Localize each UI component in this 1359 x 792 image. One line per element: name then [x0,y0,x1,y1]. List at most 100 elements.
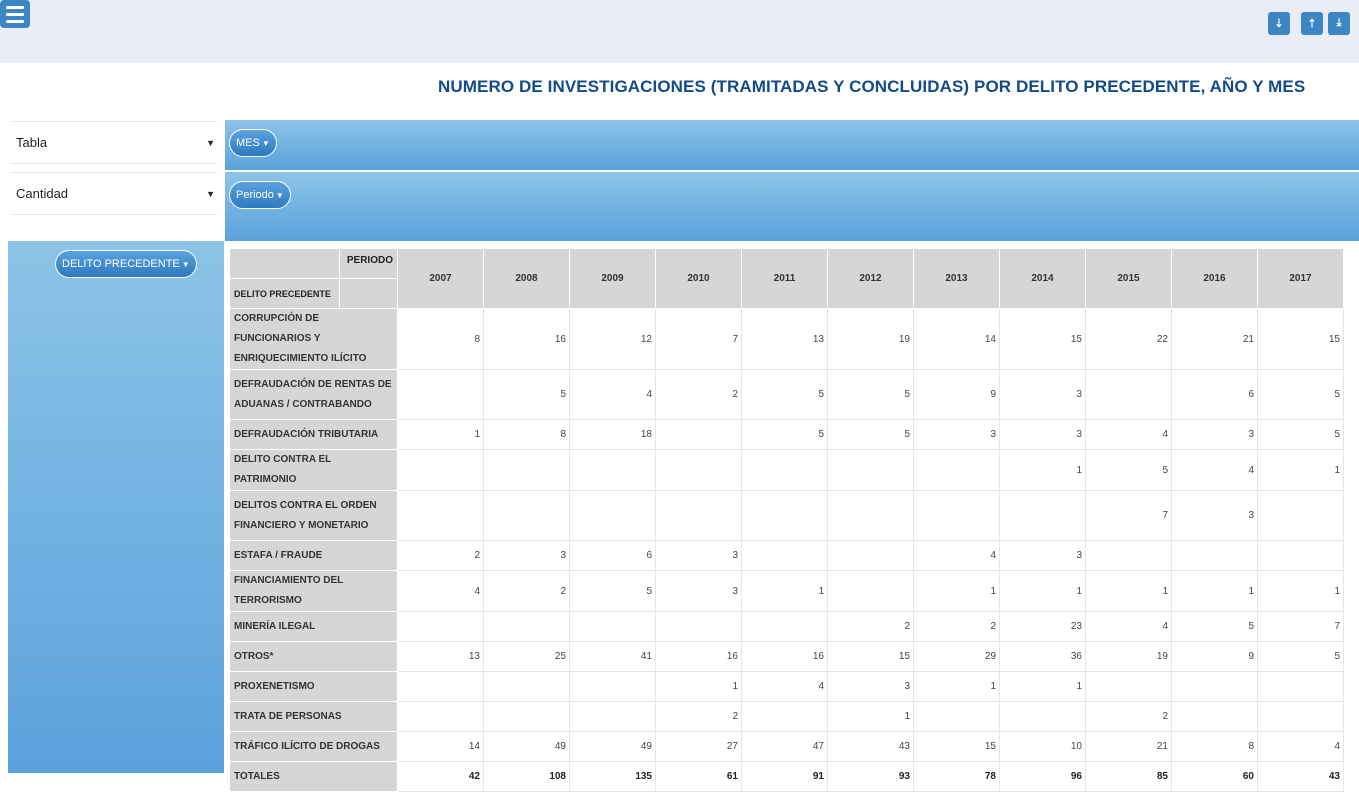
year-header: 2013 [913,248,1000,309]
table-cell: 47 [741,731,828,762]
table-cell: 3 [999,540,1086,571]
total-cell: 135 [569,761,656,792]
table-cell: 5 [741,419,828,450]
table-cell [1257,490,1344,541]
table-cell: 4 [1085,611,1172,642]
renderer-select[interactable]: Tabla ▼ [12,121,217,164]
menu-icon[interactable] [0,0,30,28]
table-cell: 1 [1257,570,1344,612]
table-cell: 4 [1085,419,1172,450]
row-label: DELITOS CONTRA EL ORDEN FINANCIERO Y MON… [229,490,398,541]
table-cell [999,490,1086,541]
table-cell: 5 [1257,419,1344,450]
year-header: 2017 [1257,248,1344,309]
totals-label: TOTALES [229,761,398,792]
table-cell: 14 [397,731,484,762]
periodo-filter-button[interactable]: Periodo ▼ [229,181,291,209]
table-cell: 9 [1171,641,1258,672]
table-cell: 1 [999,449,1086,491]
table-row: FINANCIAMIENTO DEL TERRORISMO 4 2 5 3 1 1 1 1 1 1 [229,570,1344,612]
table-cell [1171,540,1258,571]
table-cell: 4 [397,570,484,612]
table-row: MINERÍA ILEGAL 2 2 23 4 5 7 [229,611,1344,642]
table-cell [1257,701,1344,732]
table-cell: 27 [655,731,742,762]
page-title: NUMERO DE INVESTIGACIONES (TRAMITADAS Y … [438,77,1306,96]
row-label: DELITO CONTRA EL PATRIMONIO [229,449,398,491]
download-icon[interactable]: ⤓ [1328,12,1350,35]
row-label: ESTAFA / FRAUDE [229,540,398,571]
table-cell: 1 [999,570,1086,612]
table-cell [741,540,828,571]
delito-filter-button[interactable]: DELITO PRECEDENTE ▼ [55,250,197,278]
table-cell: 3 [999,419,1086,450]
table-cell [483,671,570,702]
chevron-down-icon: ▼ [206,137,215,148]
table-cell [913,701,1000,732]
col-header-label: PERIODO [339,248,398,279]
table-cell [1085,540,1172,571]
table-cell [397,369,484,420]
table-cell: 3 [1171,490,1258,541]
table-row: TRÁFICO ILÍCITO DE DROGAS 14 49 49 27 47 43 15 1… [229,731,1344,762]
totals-row: TOTALES 42 108 135 61 91 93 78 96 85 60 43 [229,761,1344,792]
table-cell: 4 [1257,731,1344,762]
table-cell: 2 [1085,701,1172,732]
sort-desc-icon[interactable]: ⇡ [1301,12,1323,35]
aggregator-select-value: Cantidad [16,186,69,201]
table-cell: 1 [397,419,484,450]
row-header-label: DELITO PRECEDENTE [229,278,340,309]
table-cell: 6 [1171,369,1258,420]
table-cell: 15 [1257,308,1344,370]
table-cell: 16 [741,641,828,672]
table-cell: 1 [913,671,1000,702]
table-cell [827,449,914,491]
total-cell: 96 [999,761,1086,792]
table-cell [569,449,656,491]
col-attr-area-mes [225,120,1359,170]
table-cell: 29 [913,641,1000,672]
mes-filter-button[interactable]: MES ▼ [229,129,277,157]
row-label: OTROS* [229,641,398,672]
total-cell: 43 [1257,761,1344,792]
table-cell: 21 [1171,308,1258,370]
table-cell: 15 [913,731,1000,762]
table-cell: 5 [741,369,828,420]
row-label: TRÁFICO ILÍCITO DE DROGAS [229,731,398,762]
year-header: 2012 [827,248,914,309]
aggregator-select[interactable]: Cantidad ▼ [12,172,217,215]
table-cell: 9 [913,369,1000,420]
caret-down-icon: ▼ [261,138,270,148]
chevron-down-icon: ▼ [206,188,215,199]
table-cell [483,449,570,491]
table-cell [569,671,656,702]
year-header: 2009 [569,248,656,309]
sort-asc-icon[interactable]: ⇣ [1268,12,1290,35]
table-row: OTROS* 13 25 41 16 16 15 29 36 19 9 5 [229,641,1344,672]
col-attr-area-periodo [225,172,1359,241]
table-cell [827,540,914,571]
top-bar: ⇣ ⇡ ⤓ [0,0,1359,63]
table-cell: 43 [827,731,914,762]
table-cell [999,701,1086,732]
year-header: 2007 [397,248,484,309]
table-cell [397,671,484,702]
total-cell: 108 [483,761,570,792]
mes-filter-label: MES [236,137,260,149]
total-cell: 93 [827,761,914,792]
table-cell: 16 [655,641,742,672]
table-cell: 5 [1257,369,1344,420]
total-cell: 61 [655,761,742,792]
table-cell [1085,369,1172,420]
table-cell [827,570,914,612]
total-cell: 91 [741,761,828,792]
table-cell: 3 [999,369,1086,420]
table-cell: 15 [999,308,1086,370]
table-cell [1257,671,1344,702]
table-cell [655,611,742,642]
total-cell: 42 [397,761,484,792]
table-cell [569,611,656,642]
table-cell [827,490,914,541]
year-header: 2011 [741,248,828,309]
table-cell: 13 [741,308,828,370]
